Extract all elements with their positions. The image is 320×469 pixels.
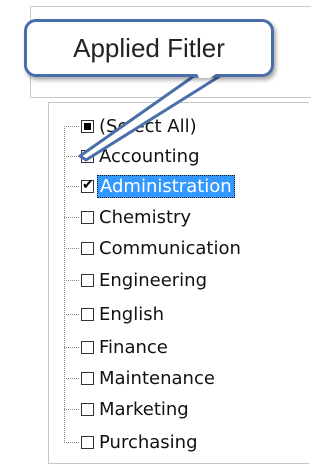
filter-item-label: Engineering [99,269,207,291]
filter-item-select-all[interactable]: (Select All) [64,113,294,139]
tree-branch-line [64,216,79,218]
filter-item-communication[interactable]: Communication [64,235,294,261]
filter-item-purchasing[interactable]: Purchasing [64,429,294,455]
maintenance-checkbox[interactable] [81,371,94,385]
administration-checkbox[interactable] [81,176,94,194]
filter-item-accounting[interactable]: Accounting [64,143,294,169]
filter-item-label: Finance [99,336,168,358]
tree-branch-line [64,185,79,187]
tree-branch-line [64,346,79,348]
accounting-checkbox[interactable] [81,146,94,164]
select-all-checkbox[interactable] [81,119,94,133]
tree-branch-line [64,125,79,127]
filter-item-engineering[interactable]: Engineering [64,267,294,293]
finance-checkbox[interactable] [81,340,94,354]
english-checkbox[interactable] [81,307,94,321]
filter-item-label: English [99,303,164,325]
engineering-checkbox[interactable] [81,273,94,287]
filter-item-marketing[interactable]: Marketing [64,396,294,422]
filter-item-english[interactable]: English [64,301,294,327]
filter-item-label: Purchasing [99,431,198,453]
marketing-checkbox[interactable] [81,402,94,416]
communication-checkbox[interactable] [81,241,94,255]
filter-item-label: (Select All) [99,115,197,137]
tree-branch-line [64,247,79,249]
filter-item-label: Communication [99,237,241,259]
tree-branch-line [64,313,79,315]
tree-branch-line [64,279,79,281]
filter-item-finance[interactable]: Finance [64,334,294,360]
filter-item-label: Accounting [99,145,200,167]
filter-item-maintenance[interactable]: Maintenance [64,365,294,391]
filter-item-label: Marketing [99,398,189,420]
tree-branch-line [64,377,79,379]
applied-filter-callout: Applied Fitler [24,19,274,77]
tree-branch-line [64,408,79,410]
filter-item-label: Administration [97,174,235,198]
filter-item-label: Maintenance [99,367,215,389]
chemistry-checkbox[interactable] [81,210,94,224]
callout-text: Applied Fitler [73,32,225,63]
tree-branch-line [64,155,79,157]
filter-item-administration[interactable]: Administration [64,173,294,199]
filter-item-label: Chemistry [99,206,192,228]
purchasing-checkbox[interactable] [81,435,94,449]
tree-branch-line [64,441,79,443]
filter-item-chemistry[interactable]: Chemistry [64,204,294,230]
